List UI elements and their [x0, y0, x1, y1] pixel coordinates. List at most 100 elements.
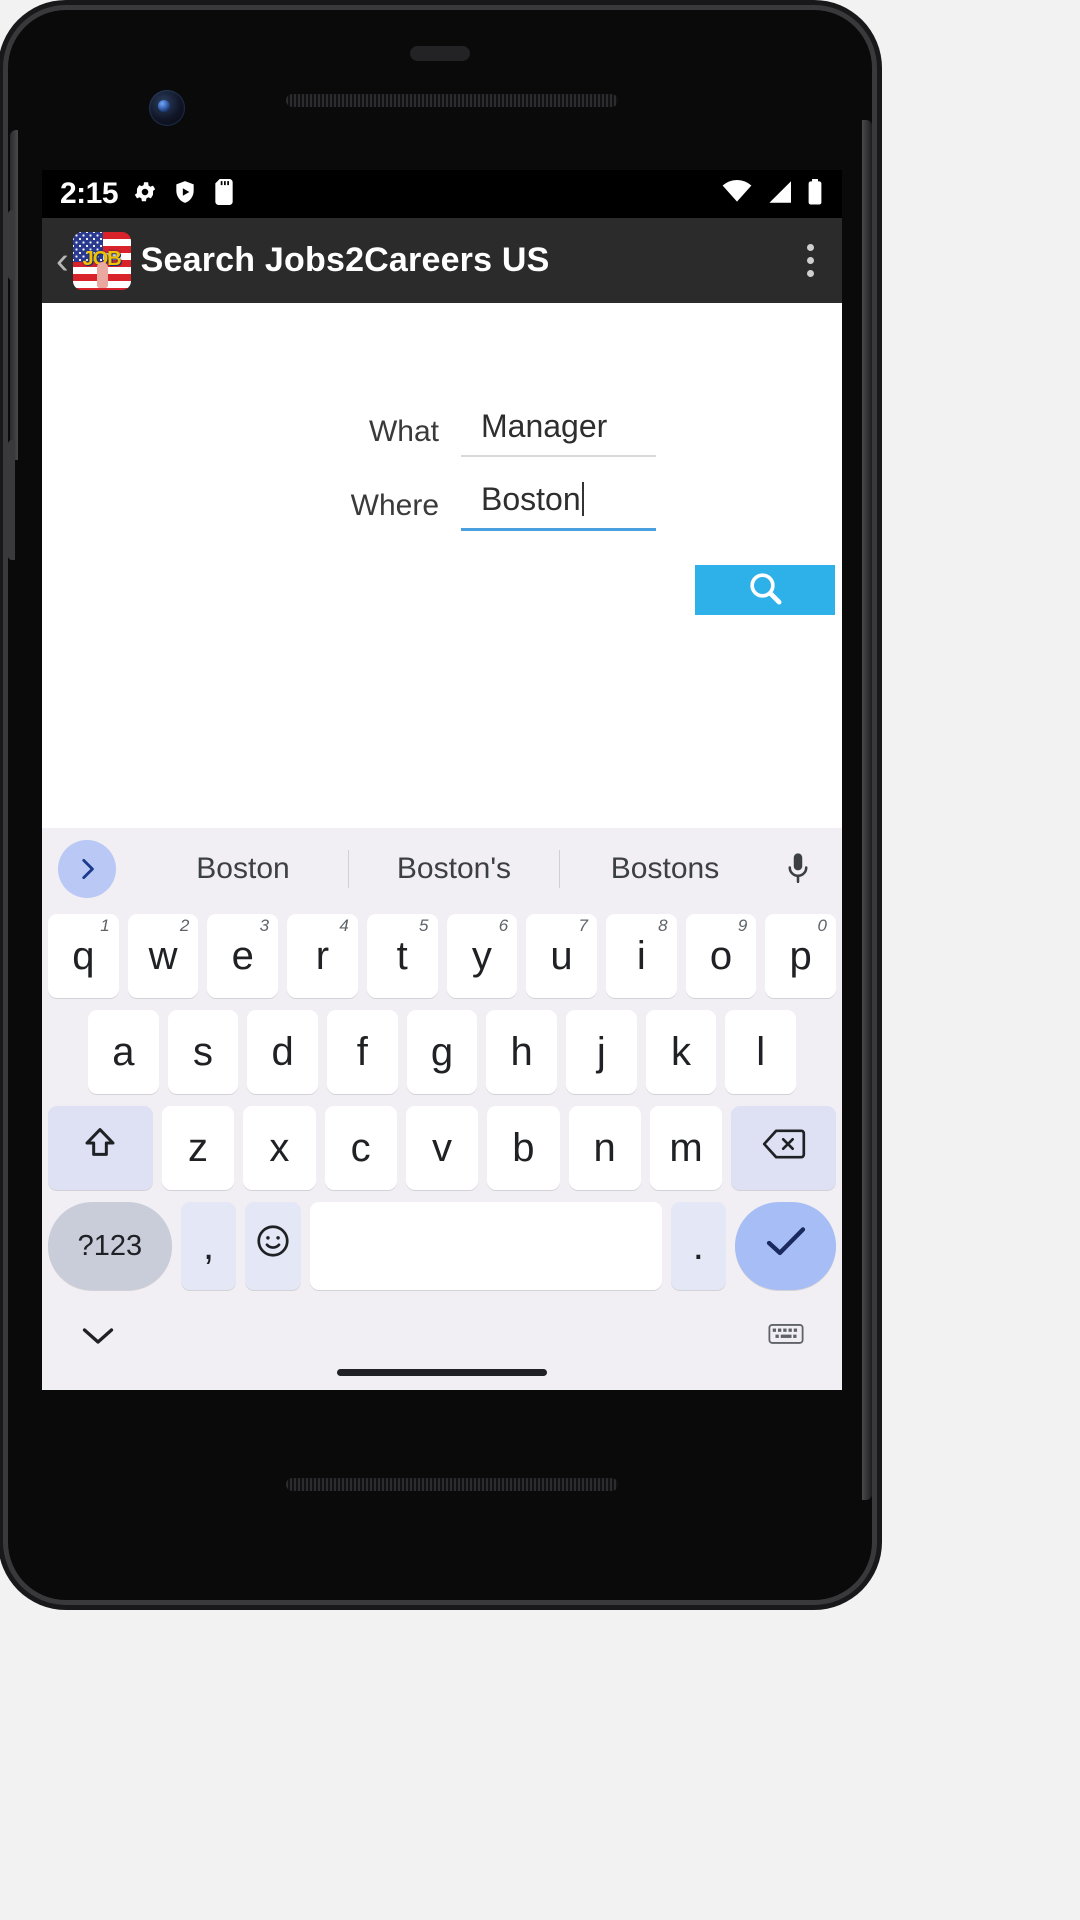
key-u[interactable]: 7u	[526, 914, 597, 998]
hide-keyboard-icon[interactable]	[80, 1324, 116, 1353]
device-right-edge	[862, 120, 872, 1500]
phone-screen: 2:15 ‹ JOB Search Jobs2Careers US What M…	[42, 170, 842, 1390]
key-label: r	[315, 933, 330, 978]
key-n[interactable]: n	[568, 1106, 641, 1190]
period-key[interactable]: .	[670, 1202, 726, 1290]
front-camera	[149, 90, 185, 126]
key-c[interactable]: c	[324, 1106, 397, 1190]
key-label: t	[396, 933, 408, 978]
where-input-value: Boston	[481, 481, 581, 517]
key-hint: 6	[498, 916, 509, 935]
key-hint: 7	[578, 916, 588, 935]
app-bar: ‹ JOB Search Jobs2Careers US	[42, 218, 842, 303]
earpiece-speaker	[410, 46, 470, 61]
key-label: q	[72, 933, 95, 978]
backspace-icon	[762, 1126, 806, 1171]
shield-play-icon	[172, 179, 198, 210]
overflow-menu-icon[interactable]	[807, 244, 828, 277]
key-label: e	[231, 933, 254, 978]
key-h[interactable]: h	[486, 1010, 558, 1094]
key-d[interactable]: d	[247, 1010, 318, 1094]
key-label: y	[471, 933, 492, 978]
key-s[interactable]: s	[167, 1010, 239, 1094]
keyboard-row-4: ?123 , .	[42, 1202, 842, 1290]
key-label: u	[550, 933, 573, 978]
key-l[interactable]: l	[725, 1010, 797, 1094]
key-f[interactable]: f	[327, 1010, 398, 1094]
wifi-icon	[722, 179, 752, 209]
status-bar: 2:15	[42, 170, 842, 218]
key-y[interactable]: 6y	[446, 914, 518, 998]
key-hint: 8	[658, 916, 668, 935]
power-button[interactable]	[8, 210, 15, 280]
checkmark-icon	[764, 1223, 808, 1269]
suggestion-item[interactable]: Bostons	[560, 852, 770, 886]
chevron-right-icon[interactable]	[58, 840, 116, 898]
shift-key[interactable]	[47, 1106, 153, 1190]
key-a[interactable]: a	[87, 1010, 159, 1094]
key-hint: 0	[817, 916, 828, 935]
backspace-key[interactable]	[731, 1106, 837, 1190]
key-x[interactable]: x	[243, 1106, 316, 1190]
key-hint: 3	[259, 916, 270, 935]
key-v[interactable]: v	[405, 1106, 479, 1190]
emoji-key[interactable]	[245, 1202, 301, 1290]
comma-key[interactable]: ,	[180, 1202, 237, 1290]
what-input[interactable]: Manager	[461, 408, 656, 457]
key-p[interactable]: 0p	[765, 914, 837, 998]
key-hint: 2	[179, 916, 190, 935]
keyboard-switch-icon[interactable]	[768, 1323, 804, 1354]
key-e[interactable]: 3e	[207, 914, 279, 998]
key-label: o	[709, 933, 733, 978]
keyboard-bottom-bar	[42, 1302, 842, 1374]
key-i[interactable]: 8i	[605, 914, 677, 998]
key-hint: 5	[419, 916, 429, 935]
key-z[interactable]: z	[161, 1106, 235, 1190]
battery-icon	[806, 178, 824, 210]
key-j[interactable]: j	[566, 1010, 637, 1094]
shift-icon	[81, 1124, 119, 1172]
cellular-signal-icon	[765, 180, 793, 209]
pointing-finger-icon	[96, 261, 108, 288]
key-label: p	[789, 933, 812, 978]
bottom-speaker-grille	[286, 1478, 618, 1491]
text-caret	[581, 482, 584, 516]
symbols-key[interactable]: ?123	[48, 1202, 172, 1290]
status-bar-left: 2:15	[60, 177, 236, 211]
page-title: Search Jobs2Careers US	[140, 241, 550, 279]
keyboard-row-3: z x c v b n m	[42, 1106, 842, 1190]
navigation-pill[interactable]	[337, 1369, 547, 1376]
top-speaker-grille	[286, 94, 618, 107]
where-label: Where	[350, 488, 439, 522]
what-label: What	[368, 414, 439, 448]
status-bar-right	[722, 178, 824, 210]
space-key[interactable]	[309, 1202, 662, 1290]
app-icon-jobs2careers: JOB	[72, 231, 131, 290]
key-b[interactable]: b	[487, 1106, 560, 1190]
key-g[interactable]: g	[406, 1010, 478, 1094]
back-button[interactable]: ‹	[56, 242, 69, 280]
key-r[interactable]: 4r	[287, 914, 358, 998]
suggestion-strip: Boston Boston's Bostons	[42, 828, 842, 910]
form-row-where: Where Boston	[327, 481, 656, 531]
enter-key[interactable]	[735, 1202, 837, 1290]
key-hint: 1	[100, 916, 110, 935]
keyboard-row-1: 1q 2w 3e 4r 5t 6y 7u 8i 9o 0p	[42, 914, 842, 998]
search-icon	[745, 568, 785, 613]
key-k[interactable]: k	[645, 1010, 717, 1094]
key-hint: 9	[737, 916, 748, 935]
device-left-edge	[10, 130, 18, 460]
volume-button[interactable]	[8, 440, 15, 560]
microphone-icon[interactable]	[770, 852, 826, 886]
suggestion-item[interactable]: Boston's	[349, 852, 559, 886]
key-t[interactable]: 5t	[366, 914, 438, 998]
key-w[interactable]: 2w	[127, 914, 199, 998]
on-screen-keyboard: Boston Boston's Bostons 1q 2w 3 e 4 r 5 …	[42, 828, 842, 1390]
key-o[interactable]: 9o	[685, 914, 757, 998]
where-input[interactable]: Boston	[461, 481, 656, 531]
search-button[interactable]	[695, 565, 835, 615]
key-q[interactable]: 1q	[47, 914, 119, 998]
suggestion-item[interactable]: Boston	[138, 852, 348, 886]
key-m[interactable]: m	[649, 1106, 723, 1190]
search-form: What Manager Where Boston	[42, 303, 842, 828]
